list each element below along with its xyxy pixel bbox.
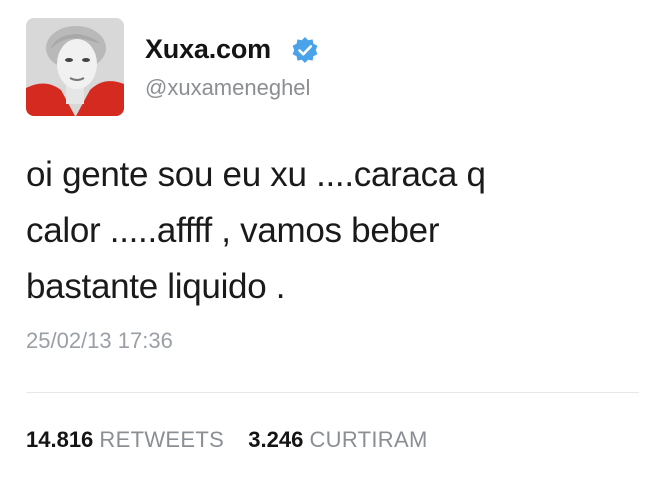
- user-handle[interactable]: @xuxameneghel: [145, 75, 310, 101]
- tweet-stats: 14.816 RETWEETS 3.246 CURTIRAM: [26, 427, 428, 453]
- tweet-line: bastante liquido .: [26, 267, 286, 306]
- tweet-timestamp[interactable]: 25/02/13 17:36: [26, 328, 173, 354]
- verified-badge-icon: [292, 37, 318, 63]
- retweets-label: RETWEETS: [99, 427, 225, 452]
- tweet-line: calor .....affff , vamos beber: [26, 211, 440, 250]
- display-name[interactable]: Xuxa.com: [145, 34, 271, 65]
- divider: [26, 392, 639, 393]
- retweets-stat[interactable]: 14.816 RETWEETS: [26, 427, 230, 452]
- avatar[interactable]: [26, 18, 124, 116]
- retweets-count: 14.816: [26, 427, 94, 452]
- profile-photo: [26, 18, 124, 116]
- likes-label: CURTIRAM: [309, 427, 428, 452]
- tweet-text: oi gente sou eu xu ....caraca q calor ..…: [26, 147, 626, 315]
- likes-count: 3.246: [248, 427, 304, 452]
- tweet-line: oi gente sou eu xu ....caraca q: [26, 155, 486, 194]
- likes-stat[interactable]: 3.246 CURTIRAM: [248, 427, 427, 452]
